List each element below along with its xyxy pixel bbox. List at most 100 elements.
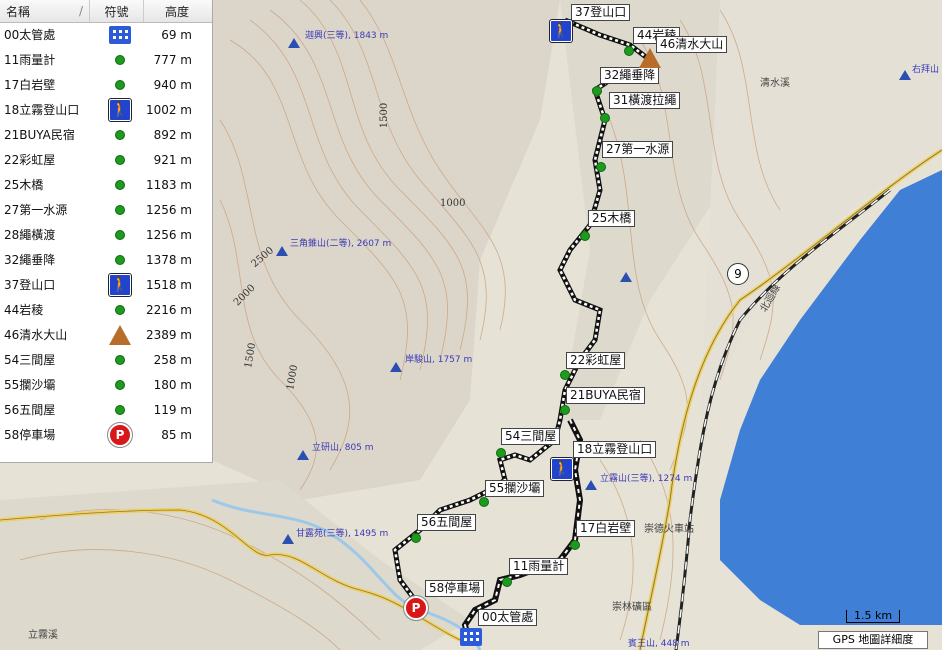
hiker-icon: 🚶 bbox=[108, 272, 132, 297]
peak-label: 迦興(三等), 1843 m bbox=[305, 31, 389, 41]
waypoint-label[interactable]: 46清水大山 bbox=[656, 36, 728, 53]
place-label: 立霧溪 bbox=[28, 630, 58, 641]
building-icon[interactable] bbox=[460, 628, 482, 646]
waypoint-label[interactable]: 31橫渡拉繩 bbox=[609, 92, 681, 109]
summit-icon bbox=[288, 38, 300, 48]
peak-label: 賓王山, 448 m bbox=[628, 639, 690, 649]
waypoint-dot-icon[interactable] bbox=[580, 231, 590, 241]
waypoint-altitude: 85 m bbox=[161, 427, 192, 442]
waypoint-label[interactable]: 11雨量計 bbox=[509, 558, 569, 575]
green-dot-icon bbox=[115, 379, 125, 390]
waypoint-row[interactable]: 28繩橫渡 1256 m bbox=[0, 222, 212, 247]
hiker-icon[interactable]: 🚶 bbox=[550, 457, 574, 481]
waypoint-altitude: 777 m bbox=[153, 52, 192, 67]
waypoint-altitude: 1256 m bbox=[145, 202, 192, 217]
parking-icon: P bbox=[107, 421, 133, 448]
waypoint-dot-icon[interactable] bbox=[596, 162, 606, 172]
green-dot-icon bbox=[115, 129, 125, 140]
waypoint-dot-icon[interactable] bbox=[600, 113, 610, 123]
waypoint-row[interactable]: 22彩虹屋 921 m bbox=[0, 147, 212, 172]
waypoint-dot-icon[interactable] bbox=[560, 405, 570, 415]
waypoint-symbol: P bbox=[98, 421, 142, 448]
waypoint-label[interactable]: 25木橋 bbox=[588, 210, 636, 227]
waypoint-row[interactable]: 54三間屋 258 m bbox=[0, 347, 212, 372]
waypoint-row[interactable]: 25木橋 1183 m bbox=[0, 172, 212, 197]
contour-label: 1500 bbox=[379, 102, 391, 129]
waypoint-row[interactable]: 17白岩壁 940 m bbox=[0, 72, 212, 97]
green-dot-icon bbox=[115, 154, 125, 165]
waypoint-altitude: 1378 m bbox=[145, 252, 192, 267]
waypoint-label[interactable]: 54三間屋 bbox=[501, 428, 561, 445]
waypoint-symbol bbox=[98, 204, 142, 215]
waypoint-row[interactable]: 46清水大山 2389 m bbox=[0, 322, 212, 347]
waypoint-row[interactable]: 58停車場 P 85 m bbox=[0, 421, 212, 448]
waypoint-label[interactable]: 17白岩壁 bbox=[576, 520, 636, 537]
waypoint-symbol bbox=[98, 154, 142, 165]
parking-icon[interactable]: P bbox=[403, 595, 429, 621]
waypoint-label[interactable]: 27第一水源 bbox=[602, 141, 674, 158]
waypoint-dot-icon[interactable] bbox=[570, 540, 580, 550]
waypoint-label[interactable]: 37登山口 bbox=[571, 4, 631, 21]
contour-label: 1000 bbox=[440, 198, 466, 209]
waypoint-row[interactable]: 27第一水源 1256 m bbox=[0, 197, 212, 222]
peak-label: 三角錐山(二等), 2607 m bbox=[290, 239, 392, 249]
column-header-altitude[interactable]: 高度 bbox=[144, 0, 210, 22]
waypoint-row[interactable]: 32繩垂降 1378 m bbox=[0, 247, 212, 272]
waypoint-list-panel: 名稱 / 符號 高度 00太管處 69 m 11雨量計 777 m 17白岩壁 940 m… bbox=[0, 0, 213, 463]
waypoint-dot-icon[interactable] bbox=[502, 577, 512, 587]
waypoint-name: 54三間屋 bbox=[4, 353, 56, 367]
waypoint-altitude: 2389 m bbox=[145, 327, 192, 342]
peak-label: 岸駿山, 1757 m bbox=[405, 355, 473, 365]
waypoint-row[interactable]: 55攔沙壩 180 m bbox=[0, 372, 212, 397]
waypoint-symbol: 🚶 bbox=[98, 97, 142, 122]
peak-label: 立霧山(三等), 1274 m bbox=[600, 474, 693, 484]
summit-icon bbox=[585, 480, 597, 490]
waypoint-dot-icon[interactable] bbox=[624, 46, 634, 56]
waypoint-label[interactable]: 21BUYA民宿 bbox=[566, 387, 645, 404]
waypoint-row[interactable]: 11雨量計 777 m bbox=[0, 47, 212, 72]
waypoint-label[interactable]: 56五間屋 bbox=[417, 514, 477, 531]
waypoint-dot-icon[interactable] bbox=[592, 86, 602, 96]
waypoint-row[interactable]: 21BUYA民宿 892 m bbox=[0, 122, 212, 147]
green-dot-icon bbox=[115, 229, 125, 240]
waypoint-symbol bbox=[98, 54, 142, 65]
green-dot-icon bbox=[115, 254, 125, 265]
waypoint-label[interactable]: 00太管處 bbox=[478, 609, 538, 626]
place-label: 崇德火車站 bbox=[644, 524, 694, 535]
waypoint-symbol bbox=[98, 379, 142, 390]
waypoint-row[interactable]: 00太管處 69 m bbox=[0, 22, 212, 47]
hiker-icon[interactable]: 🚶 bbox=[549, 19, 573, 43]
waypoint-altitude: 69 m bbox=[161, 27, 192, 42]
waypoint-symbol bbox=[98, 129, 142, 140]
waypoint-name: 44岩稜 bbox=[4, 303, 44, 317]
waypoint-dot-icon[interactable] bbox=[560, 370, 570, 380]
green-dot-icon bbox=[115, 354, 125, 365]
waypoint-dot-icon[interactable] bbox=[411, 533, 421, 543]
waypoint-row[interactable]: 56五間屋 119 m bbox=[0, 397, 212, 422]
column-header-name[interactable]: 名稱 / bbox=[0, 0, 90, 22]
waypoint-row[interactable]: 37登山口 🚶 1518 m bbox=[0, 272, 212, 297]
waypoint-symbol bbox=[98, 25, 142, 44]
road-shield-icon: 9 bbox=[727, 263, 749, 285]
waypoint-label[interactable]: 18立霧登山口 bbox=[573, 441, 657, 458]
waypoint-label[interactable]: 58停車場 bbox=[425, 580, 485, 597]
summit-icon bbox=[297, 450, 309, 460]
waypoint-row[interactable]: 18立霧登山口 🚶 1002 m bbox=[0, 97, 212, 122]
scale-bar: 1.5 km bbox=[846, 610, 900, 623]
waypoint-name: 46清水大山 bbox=[4, 328, 68, 342]
waypoint-row[interactable]: 44岩稜 2216 m bbox=[0, 297, 212, 322]
waypoint-label[interactable]: 55攔沙壩 bbox=[485, 480, 545, 497]
peak-icon[interactable] bbox=[639, 48, 661, 68]
waypoint-name: 25木橋 bbox=[4, 178, 44, 192]
waypoint-altitude: 921 m bbox=[153, 152, 192, 167]
waypoint-label[interactable]: 22彩虹屋 bbox=[566, 352, 626, 369]
waypoint-name: 27第一水源 bbox=[4, 203, 68, 217]
column-name-label: 名稱 bbox=[6, 4, 31, 19]
waypoint-dot-icon[interactable] bbox=[496, 448, 506, 458]
waypoint-dot-icon[interactable] bbox=[479, 497, 489, 507]
waypoint-name: 37登山口 bbox=[4, 278, 56, 292]
waypoint-label[interactable]: 32繩垂降 bbox=[600, 67, 660, 84]
peak-label: 甘露苑(三等), 1495 m bbox=[296, 529, 389, 539]
sort-indicator-icon: / bbox=[78, 4, 83, 18]
column-header-symbol[interactable]: 符號 bbox=[90, 0, 144, 22]
